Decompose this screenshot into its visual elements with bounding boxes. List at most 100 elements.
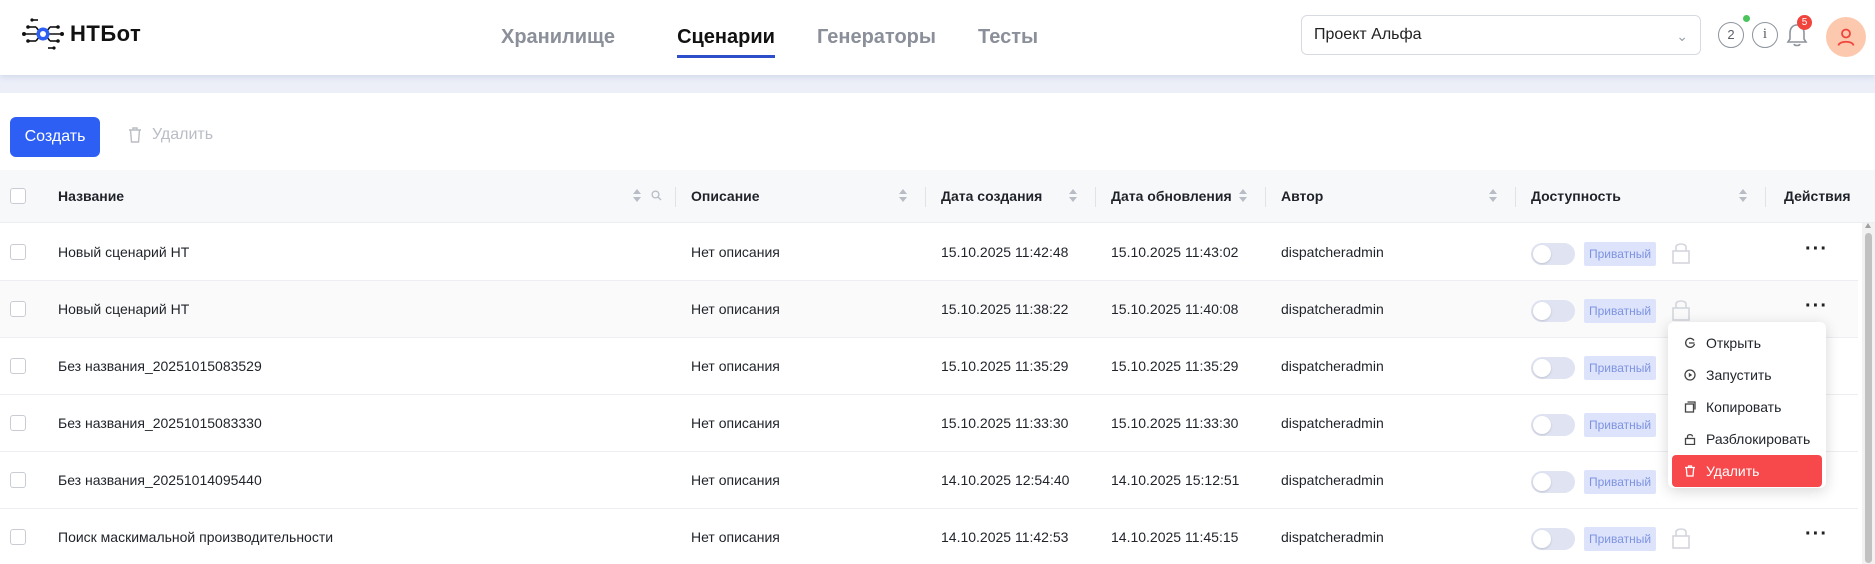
row-author: dispatcheradmin <box>1281 415 1384 431</box>
main-nav: Хранилище Сценарии Генераторы Тесты <box>490 0 1069 75</box>
access-toggle[interactable] <box>1531 471 1575 493</box>
row-name[interactable]: Без названия_20251014095440 <box>58 452 262 509</box>
access-tag: Приватный <box>1584 356 1657 380</box>
row-updated: 15.10.2025 11:43:02 <box>1111 244 1239 260</box>
access-tag: Приватный <box>1584 242 1657 266</box>
row-name[interactable]: Без названия_20251015083529 <box>58 338 262 395</box>
table-row[interactable]: Без названия_20251015083330 Нет описания… <box>0 395 1858 452</box>
header-band <box>0 75 1875 93</box>
nav-item-scenarios[interactable]: Сценарии <box>666 0 786 75</box>
sort-icon[interactable] <box>899 189 907 203</box>
row-author: dispatcheradmin <box>1281 358 1384 374</box>
column-header-access[interactable]: Доступность <box>1531 170 1621 223</box>
search-icon[interactable] <box>651 190 662 201</box>
scroll-up-arrow-icon[interactable] <box>1865 223 1871 228</box>
column-header-author[interactable]: Автор <box>1281 170 1323 223</box>
row-checkbox[interactable] <box>10 529 26 545</box>
sort-icon[interactable] <box>1739 189 1747 203</box>
row-created: 14.10.2025 11:42:53 <box>941 529 1069 545</box>
access-tag: Приватный <box>1584 413 1657 437</box>
menu-item-open[interactable]: Открыть <box>1672 327 1822 359</box>
nav-item-tests[interactable]: Тесты <box>967 0 1049 75</box>
create-button[interactable]: Создать <box>10 117 100 157</box>
column-header-description[interactable]: Описание <box>691 170 760 223</box>
sort-icon[interactable] <box>633 189 641 203</box>
delete-button-label: Удалить <box>152 126 214 143</box>
row-author: dispatcheradmin <box>1281 244 1384 260</box>
logo[interactable]: НТБот <box>22 14 141 54</box>
logo-text: НТБот <box>70 21 142 46</box>
menu-item-run[interactable]: Запустить <box>1672 359 1822 391</box>
nav-item-storage[interactable]: Хранилище <box>490 0 626 75</box>
row-actions-button[interactable]: ··· <box>1805 224 1828 281</box>
chevron-down-icon: ⌄ <box>1676 28 1688 44</box>
row-checkbox[interactable] <box>10 301 26 317</box>
column-divider <box>675 187 676 207</box>
row-updated: 14.10.2025 15:12:51 <box>1111 472 1240 488</box>
row-name[interactable]: Новый сценарий НТ <box>58 281 189 338</box>
menu-item-label: Удалить <box>1706 463 1760 479</box>
access-toggle[interactable] <box>1531 300 1575 322</box>
row-description: Нет описания <box>691 301 780 317</box>
online-status-dot <box>1743 15 1750 22</box>
column-divider <box>1265 187 1266 207</box>
table-row[interactable]: Без названия_20251014095440 Нет описания… <box>0 452 1858 509</box>
row-name[interactable]: Без названия_20251015083330 <box>58 395 262 452</box>
row-checkbox[interactable] <box>10 415 26 431</box>
row-checkbox[interactable] <box>10 244 26 260</box>
row-checkbox[interactable] <box>10 358 26 374</box>
row-checkbox[interactable] <box>10 472 26 488</box>
project-select[interactable]: Проект Альфа ⌄ <box>1301 15 1701 55</box>
table-row[interactable]: Новый сценарий НТ Нет описания 15.10.202… <box>0 224 1858 281</box>
column-header-name[interactable]: Название <box>58 170 124 223</box>
top-header: НТБот Хранилище Сценарии Генераторы Тест… <box>0 0 1875 75</box>
delete-button[interactable]: Удалить <box>128 126 213 144</box>
info-icon[interactable]: i <box>1752 22 1778 48</box>
access-toggle[interactable] <box>1531 414 1575 436</box>
trash-icon <box>1685 465 1695 477</box>
lock-icon <box>1672 528 1690 549</box>
row-description: Нет описания <box>691 529 780 545</box>
table-row[interactable]: Поиск маскимальной производительности Не… <box>0 509 1858 564</box>
menu-item-label: Копировать <box>1706 399 1782 415</box>
row-created: 15.10.2025 11:33:30 <box>941 415 1069 431</box>
notification-badge: 5 <box>1797 15 1812 30</box>
trash-icon <box>129 127 141 143</box>
menu-item-delete[interactable]: Удалить <box>1672 455 1822 487</box>
access-toggle[interactable] <box>1531 243 1575 265</box>
table-row[interactable]: Новый сценарий НТ Нет описания 15.10.202… <box>0 281 1858 338</box>
circuit-logo-icon <box>22 18 64 50</box>
table-header: Название Описание Дата создания Дата обн… <box>0 170 1875 223</box>
table-row[interactable]: Без названия_20251015083529 Нет описания… <box>0 338 1858 395</box>
row-author: dispatcheradmin <box>1281 529 1384 545</box>
sort-icon[interactable] <box>1069 189 1077 203</box>
scrollbar-thumb[interactable] <box>1865 233 1872 563</box>
menu-item-unlock[interactable]: Разблокировать <box>1672 423 1822 455</box>
row-author: dispatcheradmin <box>1281 472 1384 488</box>
column-header-actions: Действия <box>1784 188 1851 204</box>
row-name[interactable]: Новый сценарий НТ <box>58 224 189 281</box>
row-description: Нет описания <box>691 244 780 260</box>
sort-icon[interactable] <box>1239 189 1247 203</box>
row-created: 14.10.2025 12:54:40 <box>941 472 1070 488</box>
nav-item-generators[interactable]: Генераторы <box>806 0 947 75</box>
column-divider <box>1765 187 1766 207</box>
column-divider <box>1515 187 1516 207</box>
access-toggle[interactable] <box>1531 528 1575 550</box>
sort-icon[interactable] <box>1489 189 1497 203</box>
row-name[interactable]: Поиск маскимальной производительности <box>58 509 333 564</box>
select-all-checkbox[interactable] <box>10 188 26 204</box>
access-toggle[interactable] <box>1531 357 1575 379</box>
column-divider <box>925 187 926 207</box>
column-divider <box>1095 187 1096 207</box>
avatar[interactable] <box>1826 17 1866 57</box>
table-scrollbar[interactable] <box>1862 223 1875 564</box>
menu-item-copy[interactable]: Копировать <box>1672 391 1822 423</box>
counter-icon[interactable]: 2 <box>1718 22 1744 48</box>
column-header-created[interactable]: Дата создания <box>941 170 1042 223</box>
row-description: Нет описания <box>691 472 780 488</box>
row-created: 15.10.2025 11:35:29 <box>941 358 1069 374</box>
open-icon <box>1685 337 1696 348</box>
row-actions-button[interactable]: ··· <box>1805 509 1828 564</box>
column-header-updated[interactable]: Дата обновления <box>1111 170 1232 223</box>
